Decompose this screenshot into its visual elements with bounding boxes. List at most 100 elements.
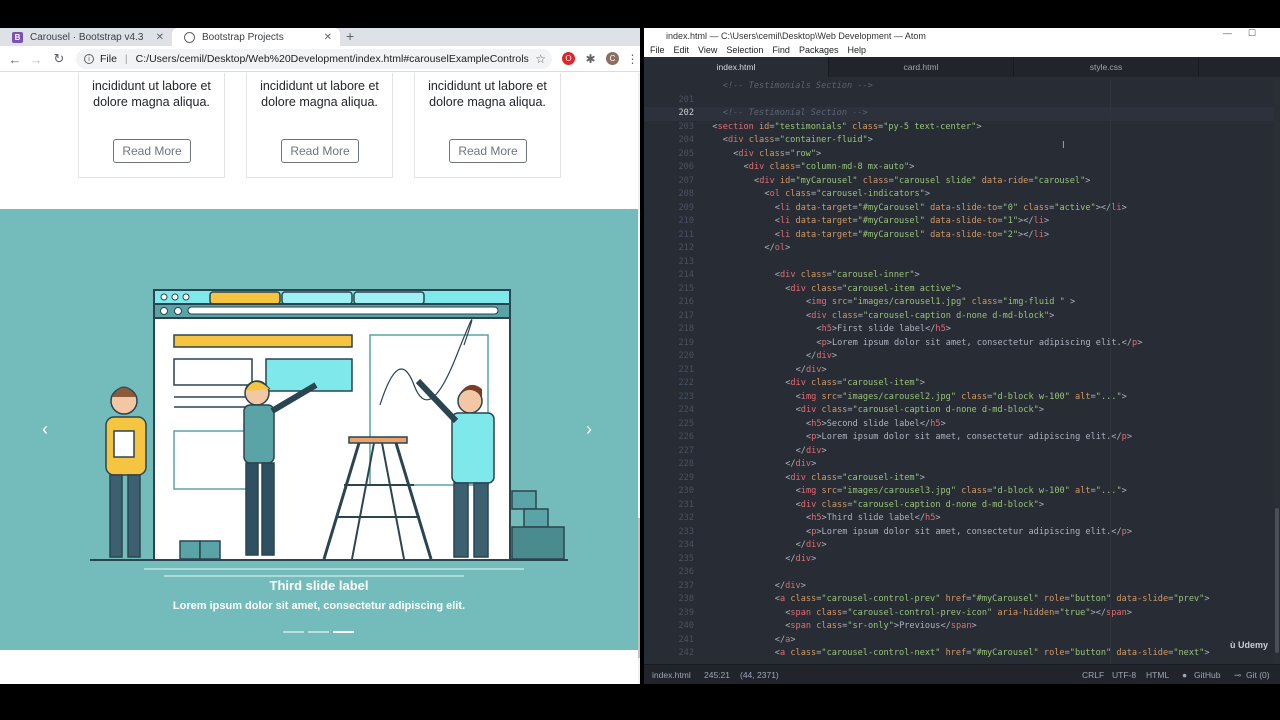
status-encoding[interactable]: UTF-8 — [1112, 670, 1136, 680]
editor-tab[interactable]: style.css — [1014, 57, 1199, 77]
menu-selection[interactable]: Selection — [726, 45, 763, 55]
status-cursor-position[interactable]: 245:21 — [704, 670, 730, 680]
code-line[interactable]: 227 </div> — [644, 445, 1274, 459]
forward-icon[interactable]: → — [27, 50, 45, 68]
code-line[interactable]: 223 <img src="images/carousel2.jpg" class… — [644, 391, 1274, 405]
opera-extension-icon[interactable]: O — [562, 52, 575, 65]
new-tab-icon[interactable]: + — [346, 28, 354, 44]
back-icon[interactable]: ← — [6, 50, 24, 68]
editor-tab[interactable]: index.html — [644, 57, 829, 77]
code-line[interactable]: 239 <span class="carousel-control-prev-ic… — [644, 607, 1274, 621]
code-line[interactable]: 218 <h5>First slide label</h5> — [644, 323, 1274, 337]
menu-file[interactable]: File — [650, 45, 665, 55]
code-line[interactable]: 228 </div> — [644, 458, 1274, 472]
status-grammar[interactable]: HTML — [1146, 670, 1169, 680]
status-file[interactable]: index.html — [652, 670, 691, 680]
close-icon[interactable]: ✕ — [156, 32, 164, 43]
menu-help[interactable]: Help — [847, 45, 866, 55]
read-more-button[interactable]: Read More — [449, 139, 527, 163]
code-line[interactable]: 209 <li data-target="#myCarousel" data-sl… — [644, 202, 1274, 216]
code-text: <a class="carousel-control-next" href="#… — [774, 648, 1210, 658]
code-line[interactable]: 229 <div class="carousel-item"> — [644, 472, 1274, 486]
status-selection[interactable]: (44, 2371) — [740, 670, 779, 680]
code-line[interactable]: 219 <p>Lorem ipsum dolor sit amet, consec… — [644, 337, 1274, 351]
code-line[interactable]: 214 <div class="carousel-inner"> — [644, 269, 1274, 283]
code-line[interactable]: 233 <p>Lorem ipsum dolor sit amet, consec… — [644, 526, 1274, 540]
read-more-button[interactable]: Read More — [281, 139, 359, 163]
code-line[interactable]: 224 <div class="carousel-caption d-none d… — [644, 404, 1274, 418]
code-editor[interactable]: <!-- Testimonials Section --> 201 202 <!-- … — [644, 80, 1274, 664]
code-line[interactable]: 211 <li data-target="#myCarousel" data-sl… — [644, 229, 1274, 243]
status-git[interactable]: Git (0) — [1246, 670, 1270, 680]
menu-packages[interactable]: Packages — [799, 45, 839, 55]
bookmark-star-icon[interactable]: ☆ — [535, 52, 546, 66]
code-line[interactable]: 237 </div> — [644, 580, 1274, 594]
carousel-indicator[interactable] — [308, 631, 329, 633]
read-more-button[interactable]: Read More — [113, 139, 191, 163]
code-line[interactable]: 226 <p>Lorem ipsum dolor sit amet, consec… — [644, 431, 1274, 445]
github-icon[interactable]: ● — [1182, 670, 1187, 680]
status-line-ending[interactable]: CRLF — [1082, 670, 1104, 680]
url-separator: | — [124, 53, 128, 65]
code-line[interactable]: 210 <li data-target="#myCarousel" data-sl… — [644, 215, 1274, 229]
page-scrollbar-thumb[interactable] — [638, 518, 640, 658]
chrome-menu-icon[interactable]: ⋮ — [626, 52, 639, 66]
code-line[interactable]: 240 <span class="sr-only">Previous</span> — [644, 620, 1274, 634]
window-controls[interactable]: —☐ — [1223, 28, 1272, 39]
address-bar[interactable]: i File | C:/Users/cemil/Desktop/Web%20De… — [76, 49, 552, 69]
carousel-next-icon[interactable]: › — [586, 419, 592, 440]
menu-edit[interactable]: Edit — [674, 45, 690, 55]
code-line[interactable]: 241 </a> — [644, 634, 1274, 648]
code-text: <div class="carousel-item"> — [785, 378, 925, 388]
code-line[interactable]: 204 <div class="container-fluid"> — [644, 134, 1274, 148]
browser-tab-carousel[interactable]: B Carousel · Bootstrap v4.3 ✕ — [0, 28, 172, 46]
editor-tab[interactable]: card.html — [829, 57, 1014, 77]
code-line[interactable]: 221 </div> — [644, 364, 1274, 378]
menu-find[interactable]: Find — [772, 45, 790, 55]
code-line[interactable]: 231 <div class="carousel-caption d-none d… — [644, 499, 1274, 513]
code-line[interactable]: 202 <!-- Testimonial Section --> — [644, 107, 1274, 121]
code-line[interactable]: 222 <div class="carousel-item"> — [644, 377, 1274, 391]
code-line[interactable]: 208 <ol class="carousel-indicators"> — [644, 188, 1274, 202]
code-line[interactable]: 216 <img src="images/carousel1.jpg" class… — [644, 296, 1274, 310]
code-line[interactable]: 203 <section id="testimonials" class="py-… — [644, 121, 1274, 135]
code-line[interactable]: 205 <div class="row"> — [644, 148, 1274, 162]
carousel-indicator[interactable] — [283, 631, 304, 633]
info-icon[interactable]: i — [84, 54, 94, 64]
code-line[interactable]: 215 <div class="carousel-item active"> — [644, 283, 1274, 297]
code-line[interactable]: 201 — [644, 94, 1274, 108]
status-github[interactable]: GitHub — [1194, 670, 1220, 680]
code-line[interactable]: 230 <img src="images/carousel3.jpg" class… — [644, 485, 1274, 499]
code-text: <div class="column-md-8 mx-auto"> — [743, 162, 915, 172]
line-number: 231 — [678, 499, 694, 510]
carousel-prev-icon[interactable]: ‹ — [42, 419, 48, 440]
code-line[interactable]: 207 <div id="myCarousel" class="carousel … — [644, 175, 1274, 189]
profile-avatar[interactable]: C — [606, 52, 619, 65]
udemy-logo-icon: ù — [1230, 640, 1236, 650]
atom-title-bar: index.html — C:\Users\cemil\Desktop\Web … — [644, 28, 1280, 43]
editor-scrollbar-thumb[interactable] — [1275, 508, 1279, 653]
git-branch-icon[interactable]: ⊸ — [1234, 670, 1241, 681]
close-icon[interactable]: ✕ — [324, 32, 332, 43]
code-line[interactable]: 213 — [644, 256, 1274, 270]
code-line[interactable]: <!-- Testimonials Section --> — [644, 80, 1274, 94]
code-line[interactable]: 212 </ol> — [644, 242, 1274, 256]
carousel-indicator[interactable] — [333, 631, 354, 633]
code-line[interactable]: 236 — [644, 566, 1274, 580]
code-line[interactable]: 242 <a class="carousel-control-next" href… — [644, 647, 1274, 661]
code-line[interactable]: 220 </div> — [644, 350, 1274, 364]
browser-tab-projects[interactable]: Bootstrap Projects ✕ — [172, 28, 340, 46]
code-line[interactable]: 238 <a class="carousel-control-prev" href… — [644, 593, 1274, 607]
code-line[interactable]: 234 </div> — [644, 539, 1274, 553]
line-number: 218 — [678, 324, 694, 334]
code-line[interactable]: 217 <div class="carousel-caption d-none d… — [644, 310, 1274, 324]
code-line[interactable]: 206 <div class="column-md-8 mx-auto"> — [644, 161, 1274, 175]
menu-view[interactable]: View — [698, 45, 717, 55]
code-line[interactable]: 225 <h5>Second slide label</h5> — [644, 418, 1274, 432]
line-number: 220 — [678, 351, 694, 361]
code-line[interactable]: 232 <h5>Third slide label</h5> — [644, 512, 1274, 526]
extensions-puzzle-icon[interactable]: ✱ — [584, 52, 597, 66]
desktop-screen: B Carousel · Bootstrap v4.3 ✕ Bootstrap … — [0, 0, 1280, 720]
reload-icon[interactable]: ↻ — [50, 50, 68, 68]
code-line[interactable]: 235 </div> — [644, 553, 1274, 567]
